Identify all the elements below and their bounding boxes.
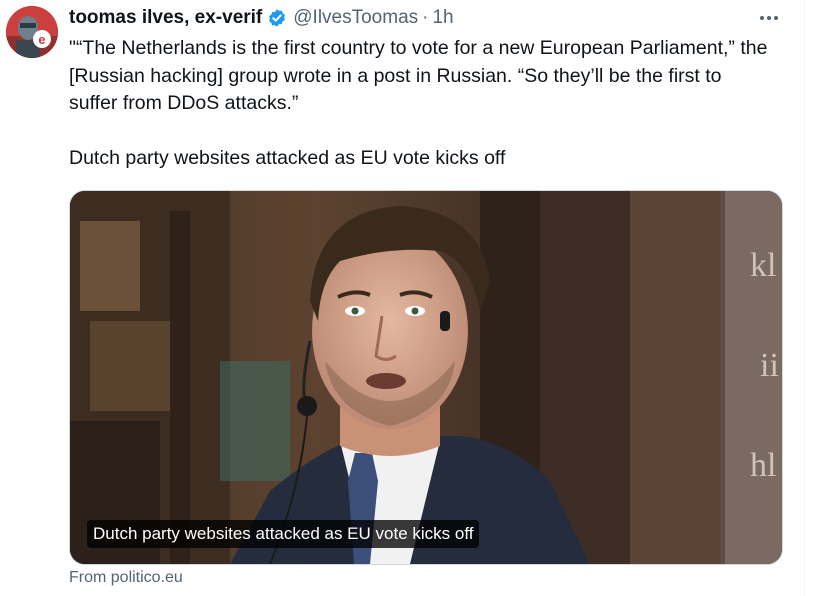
meta-separator: · (422, 7, 429, 28)
tweet-header: toomas ilves, ex-verif @IlvesToomas · 1h (69, 5, 454, 31)
author-handle[interactable]: @IlvesToomas (293, 7, 418, 29)
avatar-badge-letter: e (38, 32, 45, 47)
column-divider (804, 0, 805, 596)
tweet-text: "“The Netherlands is the first country t… (69, 37, 768, 169)
link-card[interactable]: kl ii hl Dutch party websites attacked a… (69, 190, 783, 565)
bg-letters-2: ii (760, 347, 779, 384)
bg-letters-1: kl (750, 247, 776, 284)
tweet[interactable]: e toomas ilves, ex-verif @IlvesToomas · … (0, 0, 804, 596)
bg-letters-3: hl (750, 447, 776, 484)
link-source[interactable]: From politico.eu (69, 569, 183, 587)
author-avatar[interactable]: e (6, 6, 58, 58)
link-card-image: kl ii hl (70, 191, 782, 564)
tweet-timestamp[interactable]: 1h (432, 7, 453, 29)
author-name[interactable]: toomas ilves, ex-verif (69, 7, 262, 29)
link-card-caption: Dutch party websites attacked as EU vote… (87, 520, 480, 548)
verified-badge-icon[interactable] (267, 8, 287, 28)
more-options-icon[interactable] (756, 8, 782, 28)
